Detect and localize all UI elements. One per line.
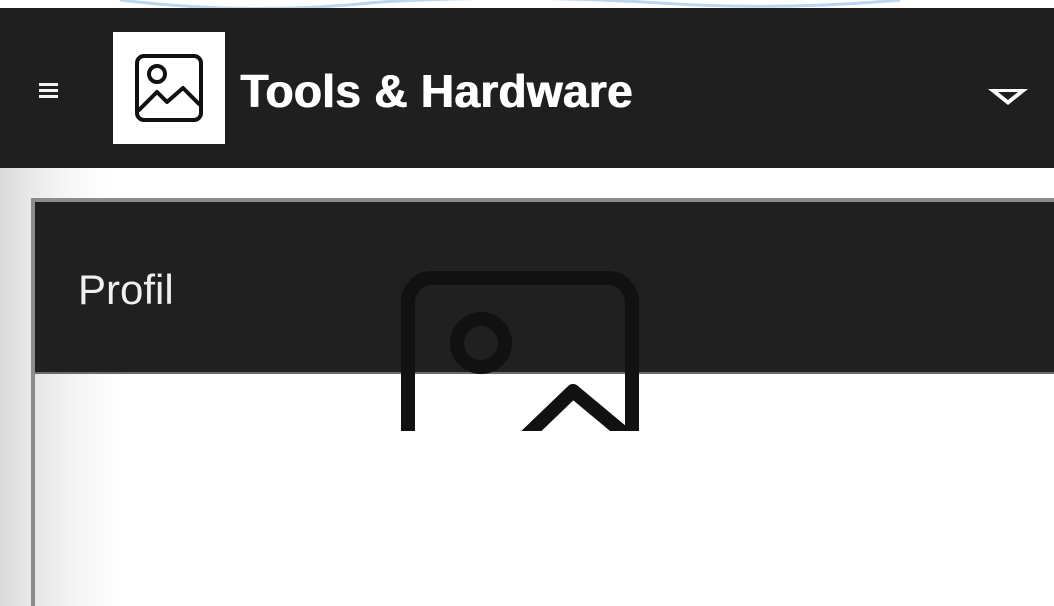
navbar-dropdown-toggle[interactable] — [985, 79, 1031, 115]
top-navbar: Tools & Hardware — [0, 8, 1054, 168]
caret-down-icon — [988, 89, 1028, 105]
profile-image-placeholder-icon — [401, 271, 639, 431]
menu-button[interactable] — [34, 78, 64, 102]
hamburger-menu-icon-line — [39, 89, 58, 92]
top-decoration — [0, 0, 1054, 8]
profile-card-title: Profil — [78, 266, 174, 313]
hamburger-menu-icon-line — [39, 95, 58, 98]
page: Tools & Hardware Profil — [0, 0, 1054, 606]
brand-logo[interactable] — [113, 32, 225, 144]
hamburger-menu-icon-line — [39, 83, 58, 86]
image-placeholder-icon — [135, 54, 203, 122]
brand-name[interactable]: Tools & Hardware — [240, 56, 632, 126]
